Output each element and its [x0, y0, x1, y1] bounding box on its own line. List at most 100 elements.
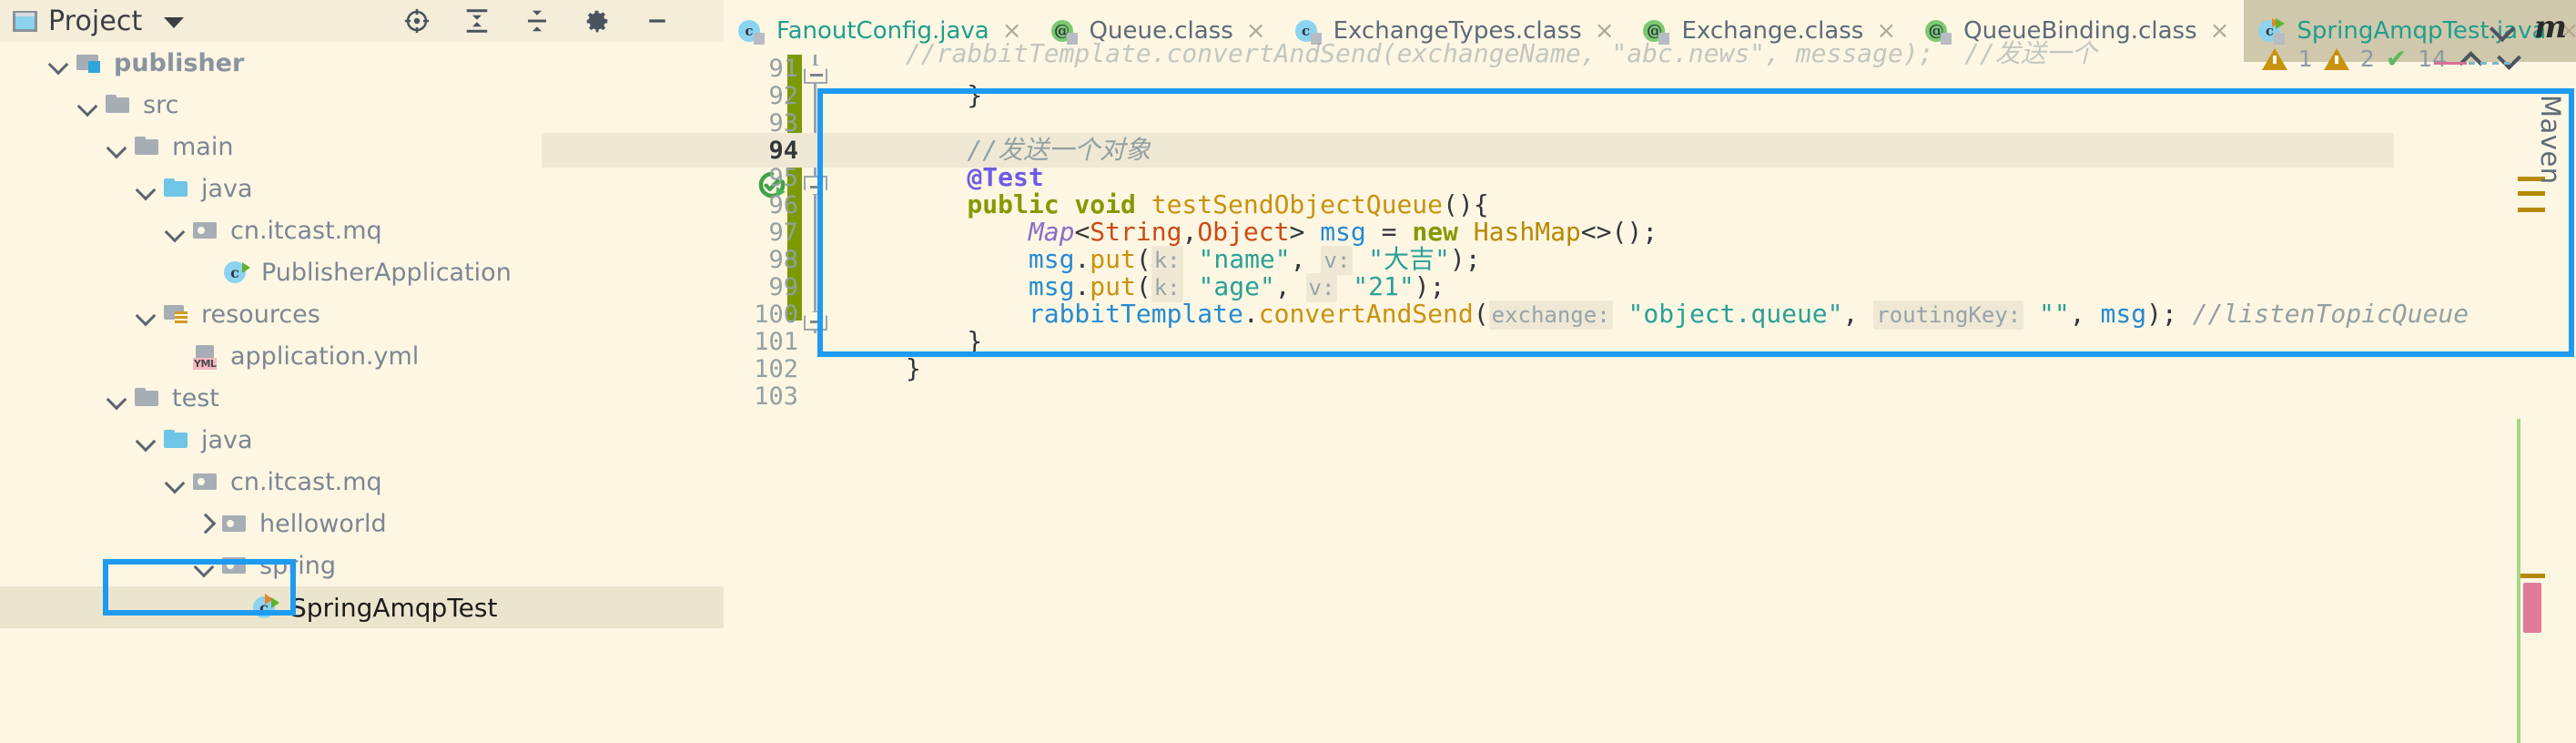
tree-item-java[interactable]: java [0, 419, 724, 461]
fold-marker-icon-2[interactable] [804, 176, 827, 196]
chevron-down-icon[interactable] [47, 51, 71, 75]
code-token: . [1074, 271, 1090, 301]
code-line-96[interactable]: public void testSendObjectQueue(){ [906, 189, 1488, 219]
tree-item-cn-itcast-mq[interactable]: cn.itcast.mq [0, 461, 724, 503]
locate-target-icon[interactable] [403, 7, 431, 35]
code-token: "大吉" [1353, 244, 1450, 274]
code-line-102[interactable]: } [906, 355, 921, 382]
tree-item-java[interactable]: java [0, 168, 724, 209]
tree-item-label: cn.itcast.mq [230, 467, 382, 496]
code-content[interactable]: //rabbitTemplate.convertAndSend(exchange… [906, 40, 2535, 743]
run-marker-icon [242, 262, 250, 273]
chevron-down-icon[interactable] [164, 470, 188, 494]
line-number: 94 [768, 137, 798, 165]
java-test-class-icon: c [2258, 17, 2287, 45]
code-line-92[interactable]: } [906, 82, 982, 109]
code-token: put [1090, 271, 1136, 301]
tree-item-resources[interactable]: resources [0, 293, 724, 335]
chevron-down-icon[interactable] [135, 302, 158, 326]
code-token: msg [2100, 299, 2147, 329]
tree-item-label: main [172, 132, 234, 161]
chevron-down-icon[interactable] [76, 93, 100, 117]
tab-underline-marker [2434, 62, 2467, 65]
code-line-101[interactable]: } [906, 328, 982, 355]
fold-marker-icon[interactable] [804, 64, 827, 84]
code-token: Map [1028, 217, 1075, 247]
project-tree: publisher src main java cn.itcast.mq c Publish… [0, 42, 724, 628]
code-token: //rabbitTemplate.convertAndSend(exchange… [906, 38, 1612, 68]
code-line-99[interactable]: msg.put(k: "age", v: "21"); [906, 271, 1445, 302]
source-folder-icon [164, 428, 193, 452]
code-token: } [906, 353, 921, 383]
line-number: 97 [768, 219, 798, 247]
project-panel-header: Project [0, 0, 724, 42]
code-token: , [2069, 299, 2101, 329]
tree-item-application-yml[interactable]: YML application.yml [0, 335, 724, 377]
chevron-right-icon[interactable] [193, 512, 217, 535]
collapse-all-icon[interactable] [523, 7, 551, 35]
code-token: public void [906, 189, 1151, 219]
chevron-down-icon[interactable] [106, 135, 129, 158]
tree-item-cn-itcast-mq[interactable]: cn.itcast.mq [0, 209, 724, 251]
tree-item-label: cn.itcast.mq [230, 216, 382, 245]
code-line-91[interactable]: //rabbitTemplate.convertAndSend(exchange… [906, 40, 2097, 67]
tree-item-springamqptest[interactable]: c SpringAmqpTest [0, 586, 724, 628]
line-number: 100 [754, 300, 798, 329]
code-token: msg [1028, 244, 1075, 274]
code-token: , [1290, 244, 1322, 274]
tree-item-helloworld[interactable]: helloworld [0, 503, 724, 545]
code-token: < [1074, 217, 1090, 247]
tree-item-spring[interactable]: spring [0, 545, 724, 586]
code-token: "age" [1182, 271, 1275, 301]
tree-item-label: src [143, 90, 179, 119]
code-token: , [1182, 217, 1198, 247]
tree-item-label: resources [201, 300, 320, 329]
fold-marker-icon-3[interactable] [804, 310, 827, 331]
code-line-94[interactable]: //发送一个对象 [906, 137, 1151, 164]
chevron-down-icon[interactable] [135, 177, 158, 200]
tree-item-label: SpringAmqpTest [290, 592, 498, 623]
chevron-down-icon[interactable] [106, 386, 129, 410]
idea-window: Project publisher src main java cn.itcas… [0, 0, 2576, 743]
code-token: = [1365, 217, 1413, 247]
yml-file-icon: YML [193, 344, 222, 370]
tree-item-src[interactable]: src [0, 84, 724, 126]
folder-icon [135, 386, 164, 410]
tree-item-label: test [172, 383, 219, 412]
chevron-down-icon[interactable] [164, 17, 185, 28]
tree-item-publisher[interactable]: publisher [0, 42, 724, 84]
project-title-group[interactable]: Project [0, 5, 185, 37]
minimize-icon[interactable] [644, 7, 671, 35]
code-token: ); [1449, 244, 1481, 274]
expand-all-icon[interactable] [463, 7, 491, 35]
code-token: "" [2023, 299, 2070, 329]
tabs-overflow-chevron-down-icon[interactable] [2489, 13, 2520, 44]
tree-item-label: java [201, 425, 253, 454]
code-token: ( [1473, 299, 1489, 329]
code-line-98[interactable]: msg.put(k: "name", v: "大吉"); [906, 244, 1481, 275]
chevron-down-icon[interactable] [135, 428, 158, 452]
chevron-down-icon[interactable] [193, 554, 217, 577]
project-panel-toolbar [403, 0, 671, 42]
code-line-97[interactable]: Map<String,Object> msg = new HashMap<>()… [906, 219, 1658, 246]
maven-tool-window-tab[interactable]: m Maven [2529, 9, 2572, 219]
tree-item-publisherapplication[interactable]: c PublisherApplication [0, 251, 724, 293]
code-token: msg [1320, 217, 1366, 247]
close-icon[interactable]: × [2210, 17, 2230, 45]
code-token: . [1242, 299, 1259, 329]
panel-title: Project [48, 5, 143, 37]
tree-item-test[interactable]: test [0, 377, 724, 419]
line-number: 103 [754, 382, 798, 411]
code-line-95[interactable]: @Test [906, 164, 1043, 191]
gear-icon[interactable] [583, 7, 611, 35]
error-stripe-marker [2518, 574, 2545, 578]
code-token: routingKey: [1873, 300, 2024, 330]
package-icon [193, 470, 222, 494]
chevron-down-icon[interactable] [164, 219, 188, 242]
code-token: rabbitTemplate [1028, 299, 1243, 329]
code-line-100[interactable]: rabbitTemplate.convertAndSend(exchange: … [906, 299, 2469, 330]
